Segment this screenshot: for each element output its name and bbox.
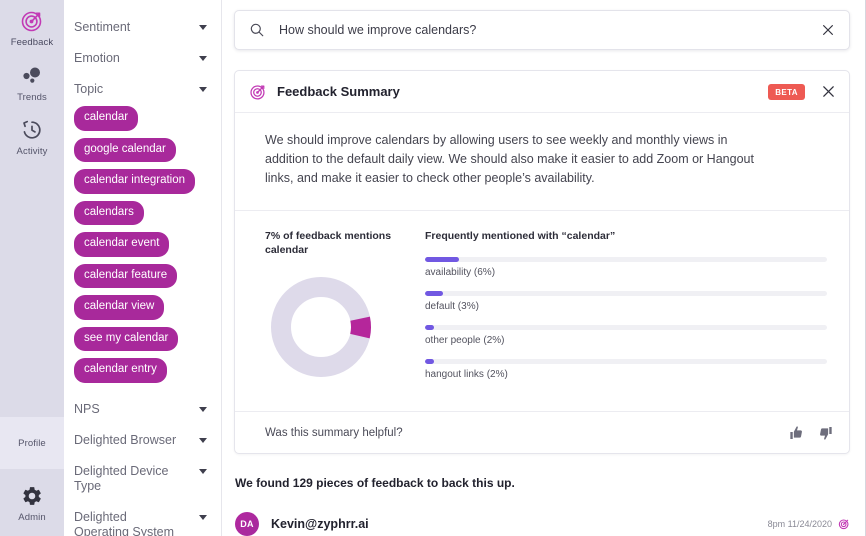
chevron-down-icon (199, 56, 207, 61)
topic-tag[interactable]: google calendar (74, 138, 176, 163)
sidebar-item-activity-label: Activity (17, 147, 48, 157)
filter-group-delighted-operating-system[interactable]: Delighted Operating System (64, 502, 221, 536)
summary-charts: 7% of feedback mentions calendar Frequen… (235, 210, 849, 399)
search-bar[interactable] (234, 10, 850, 50)
thumbs-down-icon[interactable] (817, 425, 833, 441)
topic-tag[interactable]: calendars (74, 201, 144, 226)
donut-chart-section: 7% of feedback mentions calendar (265, 229, 425, 393)
donut-caption: 7% of feedback mentions calendar (265, 229, 425, 257)
filter-group-delighted-operating-system-label: Delighted Operating System (74, 510, 178, 536)
bar-item: hangout links (2%) (425, 359, 827, 380)
bar-label: other people (2%) (425, 335, 827, 346)
sidebar-item-feedback[interactable]: Feedback (0, 0, 64, 55)
bar-item: other people (2%) (425, 325, 827, 346)
filter-group-delighted-browser-label: Delighted Browser (74, 433, 176, 448)
topic-tag[interactable]: calendar entry (74, 358, 167, 383)
gear-icon (19, 483, 45, 509)
sidebar-item-trends[interactable]: Trends (0, 55, 64, 110)
search-icon (249, 22, 265, 38)
bar-fill (425, 325, 434, 330)
chevron-down-icon (199, 438, 207, 443)
icon-rail-bottom: Profile Admin (0, 417, 64, 536)
sidebar-item-admin[interactable]: Admin (0, 469, 64, 536)
sidebar-item-profile-label: Profile (18, 439, 46, 449)
chevron-down-icon (199, 25, 207, 30)
filter-group-nps[interactable]: NPS (64, 394, 221, 425)
summary-card-body: We should improve calendars by allowing … (235, 113, 849, 194)
history-clock-icon (19, 117, 45, 143)
chevron-down-icon (199, 515, 207, 520)
topic-tag[interactable]: calendar event (74, 232, 169, 257)
bar-fill (425, 359, 434, 364)
target-icon (249, 83, 267, 101)
feedback-list-item[interactable]: DA Kevin@zyphrr.ai 8pm 11/24/2020 (234, 512, 850, 536)
sidebar-item-feedback-label: Feedback (11, 38, 54, 48)
main-content: Feedback Summary BETA We should improve … (222, 0, 866, 536)
filter-group-nps-label: NPS (74, 402, 100, 417)
topic-tag-list: calendar google calendar calendar integr… (64, 105, 221, 394)
filter-group-delighted-browser[interactable]: Delighted Browser (64, 425, 221, 456)
filter-group-sentiment[interactable]: Sentiment (64, 12, 221, 43)
filter-group-sentiment-label: Sentiment (74, 20, 130, 35)
thumbs-up-icon[interactable] (789, 425, 805, 441)
filter-sidebar: Sentiment Emotion Topic calendar google … (64, 0, 222, 536)
bar-item: availability (6%) (425, 257, 827, 278)
sidebar-item-activity[interactable]: Activity (0, 109, 64, 164)
sidebar-item-trends-label: Trends (17, 93, 47, 103)
filter-group-delighted-device-type-label: Delighted Device Type (74, 464, 178, 494)
bar-track (425, 257, 827, 262)
chevron-down-icon (199, 407, 207, 412)
summary-card-title: Feedback Summary (277, 84, 768, 99)
feedback-summary-card: Feedback Summary BETA We should improve … (234, 70, 850, 454)
beta-badge: BETA (768, 84, 805, 100)
topic-tag[interactable]: calendar feature (74, 264, 177, 289)
bar-track (425, 325, 827, 330)
bar-fill (425, 257, 459, 262)
bar-label: hangout links (2%) (425, 369, 827, 380)
chevron-down-icon (199, 87, 207, 92)
sidebar-item-profile[interactable]: Profile (0, 417, 64, 469)
filter-group-emotion-label: Emotion (74, 51, 120, 66)
summary-text: We should improve calendars by allowing … (265, 131, 765, 188)
target-icon (19, 8, 45, 34)
topic-tag[interactable]: calendar integration (74, 169, 195, 194)
bar-item: default (3%) (425, 291, 827, 312)
bar-fill (425, 291, 443, 296)
donut-chart (265, 271, 425, 388)
bar-label: availability (6%) (425, 267, 827, 278)
filter-group-emotion[interactable]: Emotion (64, 43, 221, 74)
mentions-bar-chart: Frequently mentioned with “calendar” ava… (425, 229, 827, 393)
topic-tag[interactable]: calendar view (74, 295, 164, 320)
sidebar-item-admin-label: Admin (18, 513, 45, 523)
chevron-down-icon (199, 469, 207, 474)
avatar: DA (235, 512, 259, 536)
filter-group-topic-label: Topic (74, 82, 103, 97)
feedback-author: Kevin@zyphrr.ai (271, 517, 768, 531)
topic-tag[interactable]: calendar (74, 106, 138, 131)
close-summary-button[interactable] (819, 83, 837, 101)
filter-group-topic[interactable]: Topic (64, 74, 221, 105)
bars-title: Frequently mentioned with “calendar” (425, 230, 827, 242)
summary-card-footer: Was this summary helpful? (235, 411, 849, 453)
icon-rail: Feedback Trends (0, 0, 64, 536)
clear-search-button[interactable] (819, 21, 837, 39)
bar-track (425, 359, 827, 364)
topic-tag[interactable]: see my calendar (74, 327, 178, 352)
app-root: Feedback Trends (0, 0, 866, 536)
bubbles-icon (19, 63, 45, 89)
summary-card-header: Feedback Summary BETA (235, 71, 849, 113)
bar-track (425, 291, 827, 296)
results-count: We found 129 pieces of feedback to back … (234, 476, 850, 490)
helpful-question: Was this summary helpful? (265, 427, 777, 439)
feedback-timestamp: 8pm 11/24/2020 (768, 519, 832, 529)
icon-rail-top: Feedback Trends (0, 0, 64, 417)
search-input[interactable] (265, 23, 819, 37)
target-icon (838, 518, 850, 530)
filter-group-delighted-device-type[interactable]: Delighted Device Type (64, 456, 221, 502)
bar-label: default (3%) (425, 301, 827, 312)
